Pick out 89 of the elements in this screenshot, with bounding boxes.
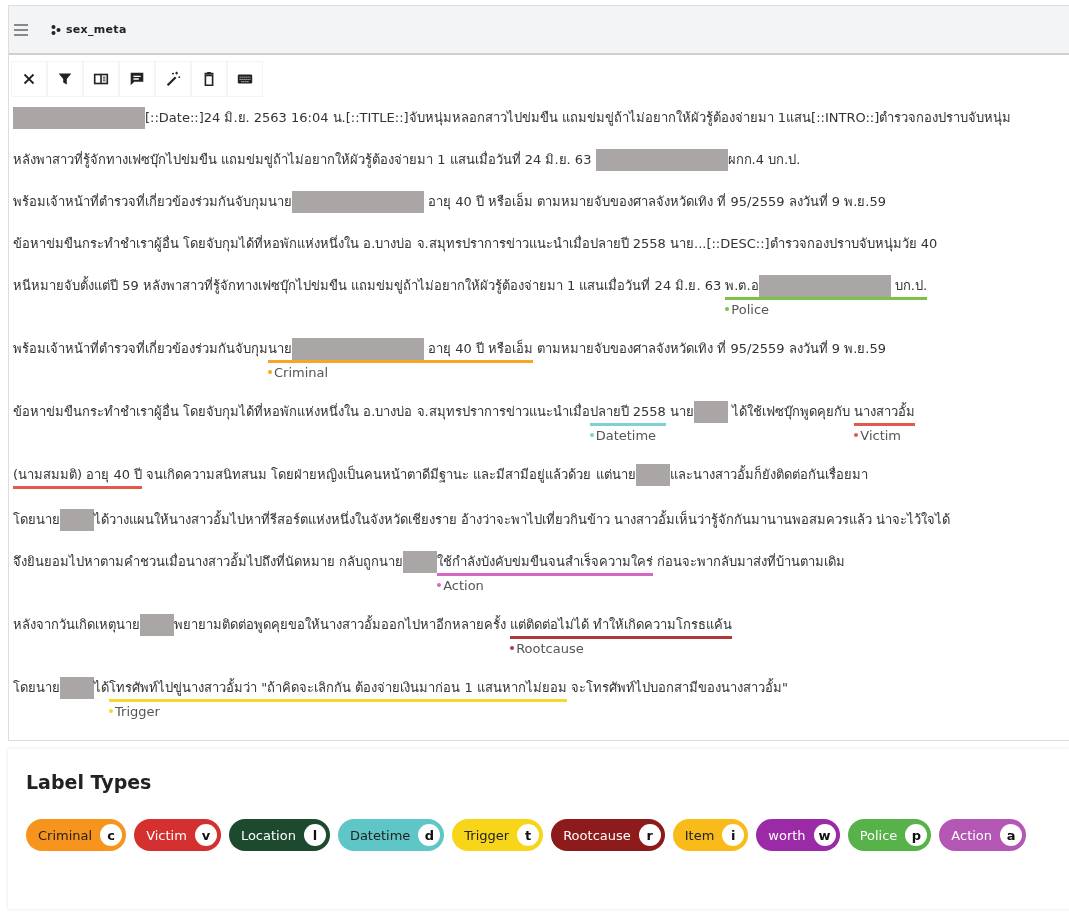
- passage-text: ผกก.4 บก.ป.: [727, 151, 801, 169]
- entity-label: Police: [731, 301, 770, 317]
- passage-text: ใช้กำลังบังคับข่มขืนจนสำเร็จความใคร่: [437, 551, 654, 571]
- entity-label: Action: [443, 577, 484, 593]
- label-type-chip[interactable]: Rootcause r: [551, 819, 665, 851]
- passage-text: อายุ 40 ปี หรือเอ็ม ตามหมายจับของศาลจังหวัดเทิง ที่ 95/2559 ลงวันที่ 9 พ.ย.59: [427, 191, 886, 212]
- label-type-chip[interactable]: Item i: [672, 819, 749, 851]
- label-type-chip[interactable]: Criminal c: [26, 819, 127, 851]
- magic-wand-icon: [164, 70, 182, 88]
- passage-text: บก.ป.: [893, 277, 928, 295]
- label-dot-icon: [510, 646, 515, 650]
- label-dot-icon: [854, 433, 859, 437]
- annotated-span[interactable]: ใช้กำลังบังคับข่มขืนจนสำเร็จความใคร่: [437, 551, 654, 576]
- toolbar-button[interactable]: [227, 61, 263, 97]
- label-type-chip[interactable]: Victim v: [134, 819, 221, 851]
- passage-text: ได้วางแผนให้นางสาวอั้มไปหาที่รีสอร์ตแห่งหนึ่งในจังหวัดเชียงราย อ้างว่าจะพาไปเที่ยวกินข้าว นางสาวอั้มเห็นว่ารู้จักกันมานานพอสมควรแล้ว น่าจะไว้ใจได้: [94, 509, 951, 530]
- label-type-chip[interactable]: Trigger t: [452, 819, 544, 851]
- passage-text: โดยนาย: [13, 679, 60, 697]
- entity-label: Rootcause: [516, 640, 584, 656]
- passage-text: ได้: [94, 680, 109, 695]
- entity-label: Datetime: [595, 427, 657, 443]
- redaction-block: [60, 677, 94, 699]
- passage-text: พร้อมเจ้าหน้าที่ตำรวจที่เกี่ยวข้องร่วมกันจับกุมนาย: [13, 192, 292, 212]
- passage-text: จะโทรศัพท์ไปบอกสามีของนางสาวอั้ม": [569, 677, 788, 697]
- label-type-chip[interactable]: Police p: [847, 819, 932, 851]
- passage-text: ตามหมายจับของศาลจังหวัดเทิง ที่ 95/2559 ลงวันที่ 9 พ.ย.59: [536, 339, 886, 358]
- passage-text: อายุ 40 ปี หรือเอ็ม: [427, 338, 534, 359]
- passage-text: พ.ต.อ: [725, 277, 759, 295]
- passage-text: นาย: [268, 341, 292, 356]
- redaction-block: [140, 614, 174, 636]
- project-name: sex_meta: [66, 23, 127, 36]
- shortcut-key: i: [722, 824, 745, 846]
- toolbar-button[interactable]: [119, 61, 155, 97]
- annotated-span[interactable]: พ.ต.อ บก.ป.: [725, 275, 928, 300]
- passage-text: ได้ใช้เฟซบุ๊กพูดคุยกับ: [730, 403, 852, 422]
- passage-text: แต่ติดต่อไม่ได้ ทำให้เกิดความโกรธแค้น: [510, 616, 733, 634]
- label-dot-icon: [725, 307, 730, 311]
- passage-text: ปลายปี 2558: [589, 404, 666, 419]
- redaction-block: [60, 509, 94, 531]
- toolbar-button[interactable]: [11, 61, 47, 97]
- passage-text: โดยนาย: [13, 511, 60, 529]
- annotated-span[interactable]: นาย อายุ 40 ปี หรือเอ็ม: [268, 338, 534, 363]
- passage-text: นาย: [669, 403, 695, 421]
- label-dot-icon: [437, 583, 442, 587]
- toolbar-button[interactable]: [191, 61, 227, 97]
- logo-icon: [51, 24, 61, 35]
- shortcut-key: a: [1000, 824, 1023, 846]
- passage-text: หนีหมายจับตั้งแต่ปี 59 หลังพาสาวที่รู้จักทางเฟซบุ๊กไปข่มขืน แถมข่มขู่ถ้าไม่อยากให้ผัวรู้ต้องจ่ายมา 1 แสนเมื่อวันที่ 24 มิ.ย. 63: [13, 275, 723, 296]
- label-type-chip[interactable]: worth w: [756, 819, 840, 851]
- passage-text: หลังพาสาวที่รู้จักทางเฟซบุ๊กไปข่มขืน แถมข่มขู่ถ้าไม่อยากให้ผัวรู้ต้องจ่ายมา 1 แสนเมื่อวันที่ 24 มิ.ย. 63: [13, 150, 593, 170]
- redaction-block: [403, 551, 438, 573]
- shortcut-key: d: [418, 824, 441, 846]
- menu-icon[interactable]: [13, 22, 29, 37]
- passage-text: และนางสาวอั้มก็ยังติดต่อกันเรื่อยมา: [669, 464, 868, 484]
- passage-text: พยายามติดต่อพูดคุยขอให้นางสาวอั้มออกไปหาอีกหลายครั้ง: [174, 614, 507, 635]
- shortcut-key: w: [813, 824, 836, 846]
- section-title: Label Types: [26, 771, 153, 793]
- shortcut-key: l: [303, 824, 326, 846]
- redaction-block: [635, 464, 670, 486]
- shortcut-key: p: [905, 824, 928, 846]
- label-dot-icon: [589, 433, 594, 437]
- shortcut-key: v: [194, 824, 217, 846]
- label-type-chip[interactable]: Datetime d: [337, 819, 445, 851]
- passage-text: จึงยินยอมไปหาตามคำชวนเมื่อนางสาวอั้มไปถึงที่นัดหมาย กลับถูกนาย: [13, 551, 404, 572]
- label-dot-icon: [268, 370, 272, 374]
- label-type-chip[interactable]: Location l: [228, 819, 330, 851]
- passage-text: ข้อหาข่มขืนกระทำชำเราผู้อื่น โดยจับกุมได้ที่หอพักแห่งหนึ่งใน อ.บางบ่อ จ.สมุทรปราการข่าวแนะนำเมื่อปลายปี 2558 นาย...[::DESC::]ตำรวจกองปราบจับหนุ่มวัย 40: [13, 234, 938, 254]
- annotated-span[interactable]: นางสาวอั้ม: [854, 401, 916, 426]
- shortcut-key: c: [100, 824, 123, 846]
- label-type-chip[interactable]: Action a: [939, 819, 1027, 851]
- entity-label: Victim: [860, 427, 902, 443]
- passage-text: พร้อมเจ้าหน้าที่ตำรวจที่เกี่ยวข้องร่วมกันจับกุม: [13, 339, 268, 359]
- passage-text: [::Date::]24 มิ.ย. 2563 16:04 น.[::TITLE::]จับหนุ่มหลอกสาวไปข่มขืน แถมข่มขู่ถ้าไม่อยากให้ผัวรู้ต้องจ่ายมา 1แสน[::INTRO::]ตำรวจกองปราบจับหนุ่ม: [145, 109, 1012, 128]
- entity-label: Trigger: [115, 703, 160, 719]
- toolbar-button[interactable]: [155, 61, 191, 97]
- annotated-span[interactable]: ปลายปี 2558: [589, 401, 666, 426]
- entity-label: Criminal: [274, 364, 329, 380]
- passage-text: หลังจากวันเกิดเหตุนาย: [13, 616, 140, 635]
- shortcut-key: t: [517, 824, 540, 846]
- passage-text: จนเกิดความสนิทสนม โดยฝ่ายหญิงเป็นคนหน้าตาดีมีฐานะ และมีสามีอยู่แล้วด้วย แต่นาย: [145, 464, 636, 485]
- label-dot-icon: [109, 709, 113, 713]
- passage-text: นางสาวอั้ม: [854, 401, 916, 421]
- passage-text: ก่อนจะพากลับมาส่งที่บ้านตามเดิม: [656, 552, 846, 571]
- passage-text: ข้อหาข่มขืนกระทำชำเราผู้อื่น โดยจับกุมได้ที่หอพักแห่งหนึ่งใน อ.บางบ่อ จ.สมุทรปราการข่าวแนะนำเมื่อ: [13, 402, 590, 422]
- annotated-span[interactable]: แต่ติดต่อไม่ได้ ทำให้เกิดความโกรธแค้น: [510, 614, 733, 639]
- redaction-block: [694, 401, 729, 423]
- toolbar-button[interactable]: [47, 61, 83, 97]
- shortcut-key: r: [638, 824, 661, 846]
- toolbar-button[interactable]: [83, 61, 119, 97]
